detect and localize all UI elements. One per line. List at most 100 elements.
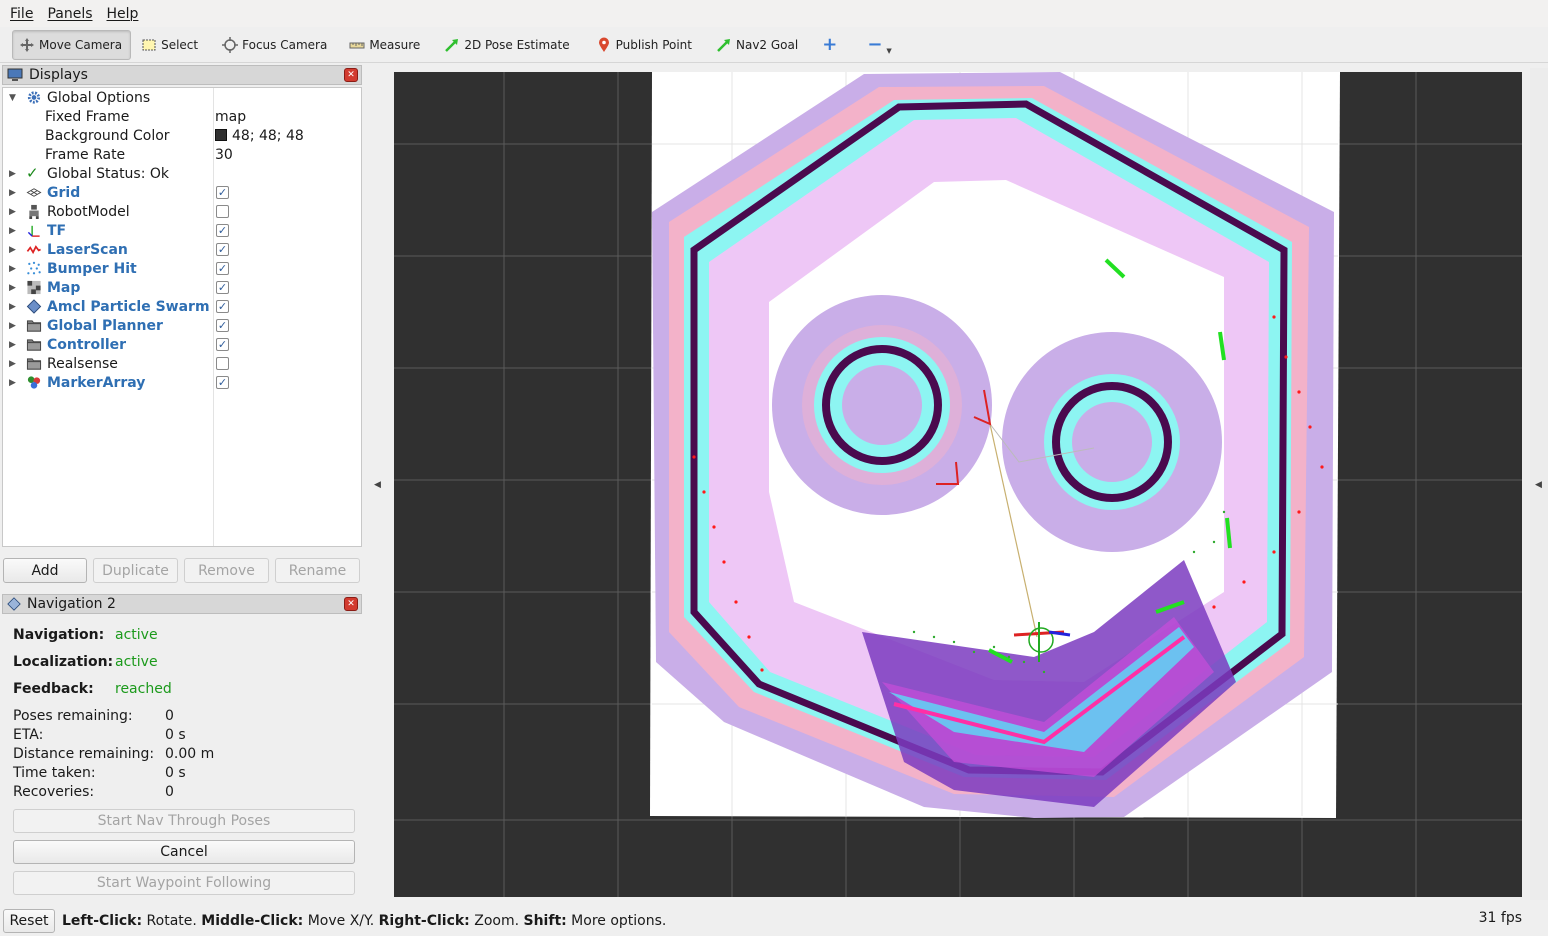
expand-right-icon[interactable]: ▶ <box>9 340 17 350</box>
tree-item-realsense[interactable]: ▶ Realsense <box>3 354 361 373</box>
tree-item-map[interactable]: ▶ Map ✓ <box>3 278 361 297</box>
amcl-particle-swarm-checkbox[interactable]: ✓ <box>216 300 229 313</box>
expand-right-icon[interactable]: ▶ <box>9 378 17 388</box>
folder-icon <box>26 358 42 370</box>
collapse-left-icon[interactable]: ◀ <box>374 480 381 490</box>
tree-item-global-planner[interactable]: ▶ Global Planner ✓ <box>3 316 361 335</box>
tree-item-global-options[interactable]: ▼ Global Options <box>3 88 361 107</box>
controller-checkbox[interactable]: ✓ <box>216 338 229 351</box>
reset-button[interactable]: Reset <box>3 909 55 933</box>
expand-right-icon[interactable]: ▶ <box>9 321 17 331</box>
expand-right-icon[interactable]: ▶ <box>9 245 17 255</box>
folder-icon <box>26 339 42 351</box>
duplicate-button[interactable]: Duplicate <box>93 558 178 583</box>
expand-right-icon[interactable]: ▶ <box>9 302 17 312</box>
pose-estimate-arrow-icon <box>445 38 459 52</box>
focus-camera-icon <box>222 36 239 53</box>
displays-button-row: Add Duplicate Remove Rename <box>3 558 360 583</box>
navigation-close-icon[interactable]: ✕ <box>344 597 358 611</box>
frame-rate-value[interactable]: 30 <box>215 147 233 163</box>
menu-panels[interactable]: Panels <box>47 6 92 22</box>
cancel-button[interactable]: Cancel <box>13 840 355 864</box>
grid-checkbox[interactable]: ✓ <box>216 186 229 199</box>
obstacle-left <box>772 295 992 515</box>
displays-tree: ▼ Global Options Fixed Frame map Backgro… <box>2 87 362 547</box>
rename-button[interactable]: Rename <box>275 558 360 583</box>
hint-move: Move X/Y. <box>303 913 379 929</box>
tree-item-controller[interactable]: ▶ Controller ✓ <box>3 335 361 354</box>
markerarray-checkbox[interactable]: ✓ <box>216 376 229 389</box>
robotmodel-checkbox[interactable] <box>216 205 229 218</box>
markerarray-label: MarkerArray <box>47 374 146 391</box>
measure-tool[interactable]: Measure <box>343 30 428 60</box>
frame-rate-label: Frame Rate <box>45 146 126 163</box>
folder-icon <box>26 320 42 332</box>
publish-point-tool[interactable]: Publish Point <box>590 30 700 60</box>
expand-right-icon[interactable]: ▶ <box>9 283 17 293</box>
tf-axes-icon <box>27 225 40 237</box>
tree-item-laserscan[interactable]: ▶ LaserScan ✓ <box>3 240 361 259</box>
add-tool-button[interactable]: + <box>816 30 845 60</box>
eta-label: ETA: <box>13 727 44 743</box>
collapse-right-icon[interactable]: ◀ <box>1535 480 1542 490</box>
gear-icon <box>27 91 41 104</box>
laserscan-label: LaserScan <box>47 241 128 258</box>
tree-item-global-status[interactable]: ▶ ✓ Global Status: Ok <box>3 164 361 183</box>
expand-right-icon[interactable]: ▶ <box>9 169 17 179</box>
localization-status-value: active <box>115 654 158 670</box>
measure-label: Measure <box>369 37 421 52</box>
displays-close-icon[interactable]: ✕ <box>344 68 358 82</box>
color-swatch[interactable] <box>215 128 227 141</box>
remove-button[interactable]: Remove <box>184 558 269 583</box>
tree-item-amcl-particle-swarm[interactable]: ▶ Amcl Particle Swarm ✓ <box>3 297 361 316</box>
expand-right-icon[interactable]: ▶ <box>9 207 17 217</box>
tree-item-bumper-hit[interactable]: ▶ Bumper Hit ✓ <box>3 259 361 278</box>
fixed-frame-value[interactable]: map <box>215 109 246 125</box>
global-planner-checkbox[interactable]: ✓ <box>216 319 229 332</box>
realsense-checkbox[interactable] <box>216 357 229 370</box>
plus-icon: + <box>822 34 838 55</box>
remove-tool-button[interactable]: − ▼ <box>861 30 899 60</box>
expand-down-icon[interactable]: ▼ <box>9 93 17 103</box>
pose-estimate-tool[interactable]: 2D Pose Estimate <box>438 30 577 60</box>
tf-checkbox[interactable]: ✓ <box>216 224 229 237</box>
minus-icon: − <box>867 34 883 55</box>
eta-value: 0 s <box>165 727 186 743</box>
bumper-hit-label: Bumper Hit <box>47 260 137 277</box>
grid-icon <box>26 188 42 197</box>
time-taken-value: 0 s <box>165 765 186 781</box>
background-color-row[interactable]: Background Color 48; 48; 48 <box>3 126 361 145</box>
move-camera-tool[interactable]: Move Camera <box>12 29 132 60</box>
fixed-frame-row[interactable]: Fixed Frame map <box>3 107 361 126</box>
recoveries-label: Recoveries: <box>13 784 95 800</box>
tree-item-tf[interactable]: ▶ TF ✓ <box>3 221 361 240</box>
navigation-panel: Navigation: active Localization: active … <box>2 615 362 905</box>
focus-camera-label: Focus Camera <box>242 37 328 52</box>
nav2-goal-tool[interactable]: Nav2 Goal <box>710 30 806 60</box>
bumper-hit-checkbox[interactable]: ✓ <box>216 262 229 275</box>
start-nav-through-poses-button[interactable]: Start Nav Through Poses <box>13 809 355 833</box>
add-button[interactable]: Add <box>3 558 87 583</box>
menu-bar: File Panels Help <box>0 0 1548 27</box>
robot-icon <box>29 204 39 219</box>
menu-help[interactable]: Help <box>107 6 139 22</box>
background-color-label: Background Color <box>45 127 170 144</box>
background-color-field[interactable]: 48; 48; 48 <box>215 128 304 144</box>
select-tool[interactable]: Select <box>135 30 206 60</box>
tree-item-markerarray[interactable]: ▶ MarkerArray ✓ <box>3 373 361 392</box>
start-waypoint-following-button[interactable]: Start Waypoint Following <box>13 871 355 895</box>
focus-camera-tool[interactable]: Focus Camera <box>216 30 335 60</box>
laserscan-checkbox[interactable]: ✓ <box>216 243 229 256</box>
expand-right-icon[interactable]: ▶ <box>9 264 17 274</box>
frame-rate-row[interactable]: Frame Rate 30 <box>3 145 361 164</box>
tree-item-robotmodel[interactable]: ▶ RobotModel <box>3 202 361 221</box>
expand-right-icon[interactable]: ▶ <box>9 188 17 198</box>
select-icon <box>142 39 156 50</box>
map-checkbox[interactable]: ✓ <box>216 281 229 294</box>
tree-item-grid[interactable]: ▶ Grid ✓ <box>3 183 361 202</box>
navigation-status-value: active <box>115 627 158 643</box>
render-viewport[interactable] <box>394 72 1522 897</box>
expand-right-icon[interactable]: ▶ <box>9 359 17 369</box>
expand-right-icon[interactable]: ▶ <box>9 226 17 236</box>
menu-file[interactable]: File <box>10 6 33 22</box>
